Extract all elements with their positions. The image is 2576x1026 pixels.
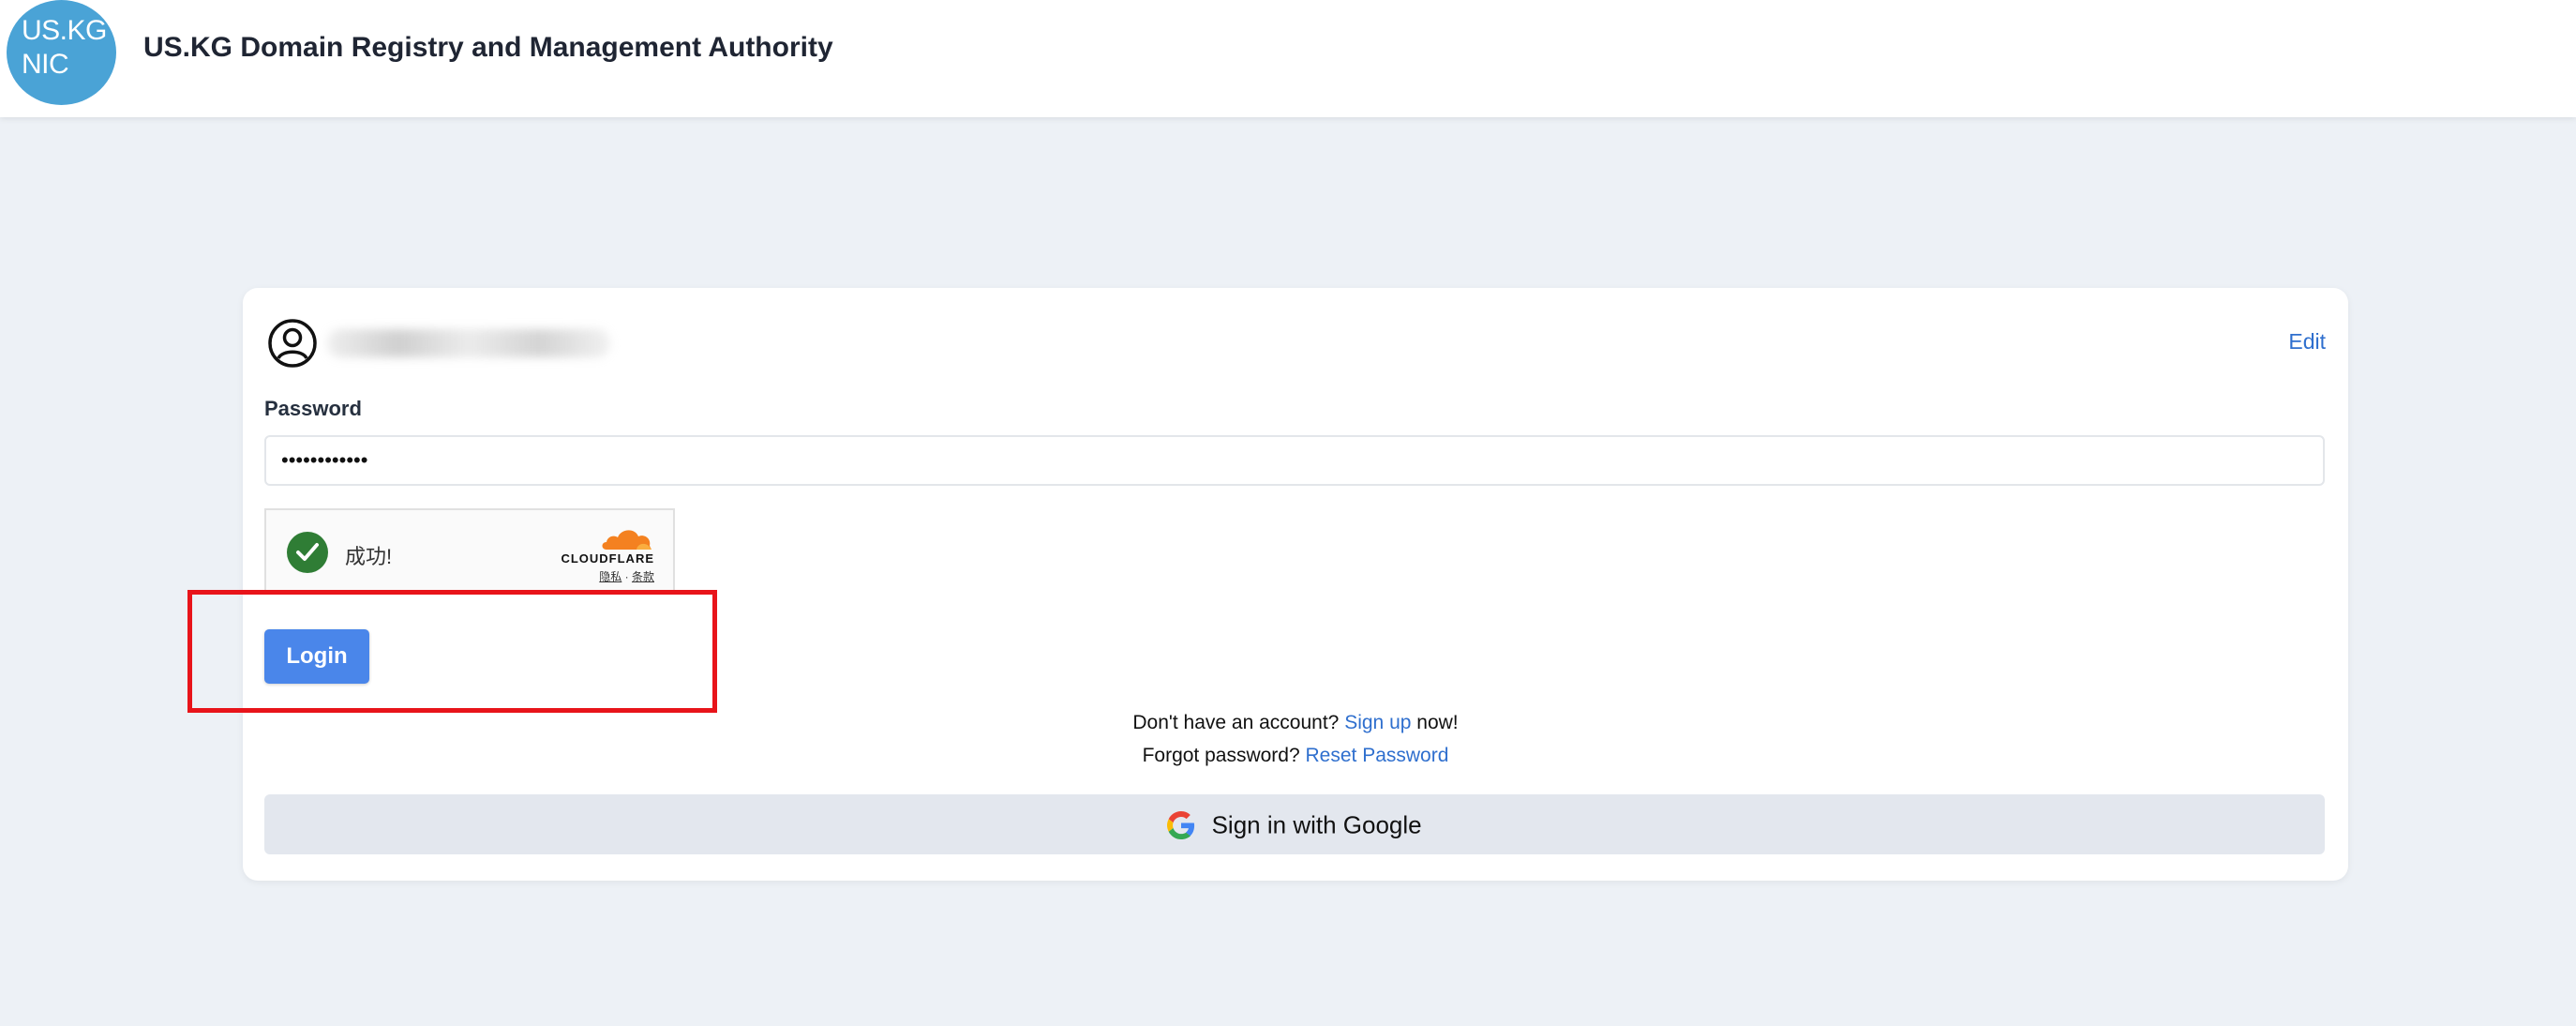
user-circle-icon: [268, 319, 317, 368]
highlight-annotation-box: [187, 590, 717, 713]
check-icon: [287, 532, 328, 573]
forgot-password-prompt: Forgot password? Reset Password: [243, 745, 2348, 767]
site-title: US.KG Domain Registry and Management Aut…: [143, 32, 833, 63]
login-card: Edit Password 成功! CLOUDFLARE 隐私 · 条款 Log…: [243, 288, 2348, 881]
cloudflare-cloud-icon: [602, 530, 651, 550]
reset-password-link[interactable]: Reset Password: [1306, 745, 1449, 766]
logo-line-2: NIC: [22, 49, 69, 80]
signup-link[interactable]: Sign up: [1344, 712, 1411, 733]
captcha-status: 成功!: [345, 545, 393, 568]
google-g-icon: [1167, 810, 1195, 839]
forgot-prefix: Forgot password?: [1142, 745, 1300, 766]
signup-prompt: Don't have an account? Sign up now!: [243, 712, 2348, 734]
signup-suffix: now!: [1416, 712, 1459, 733]
cloudflare-captcha[interactable]: 成功! CLOUDFLARE 隐私 · 条款: [264, 508, 675, 595]
terms-link[interactable]: 条款: [632, 570, 654, 583]
redacted-email: [327, 329, 610, 357]
edit-link[interactable]: Edit: [2288, 329, 2326, 355]
site-logo[interactable]: US.KG NIC: [7, 0, 116, 105]
logo-line-1: US.KG: [22, 15, 107, 46]
privacy-link[interactable]: 隐私: [599, 570, 622, 583]
captcha-links: 隐私 · 条款: [599, 568, 654, 584]
cloudflare-brand: CLOUDFLARE: [561, 551, 654, 566]
captcha-link-separator: ·: [624, 570, 629, 583]
password-input[interactable]: [264, 435, 2325, 486]
signup-prefix: Don't have an account?: [1132, 712, 1340, 733]
google-signin-button[interactable]: Sign in with Google: [264, 794, 2325, 854]
top-bar: US.KG NIC US.KG Domain Registry and Mana…: [0, 0, 2576, 117]
google-signin-label: Sign in with Google: [1211, 810, 1422, 839]
password-label: Password: [264, 397, 362, 420]
